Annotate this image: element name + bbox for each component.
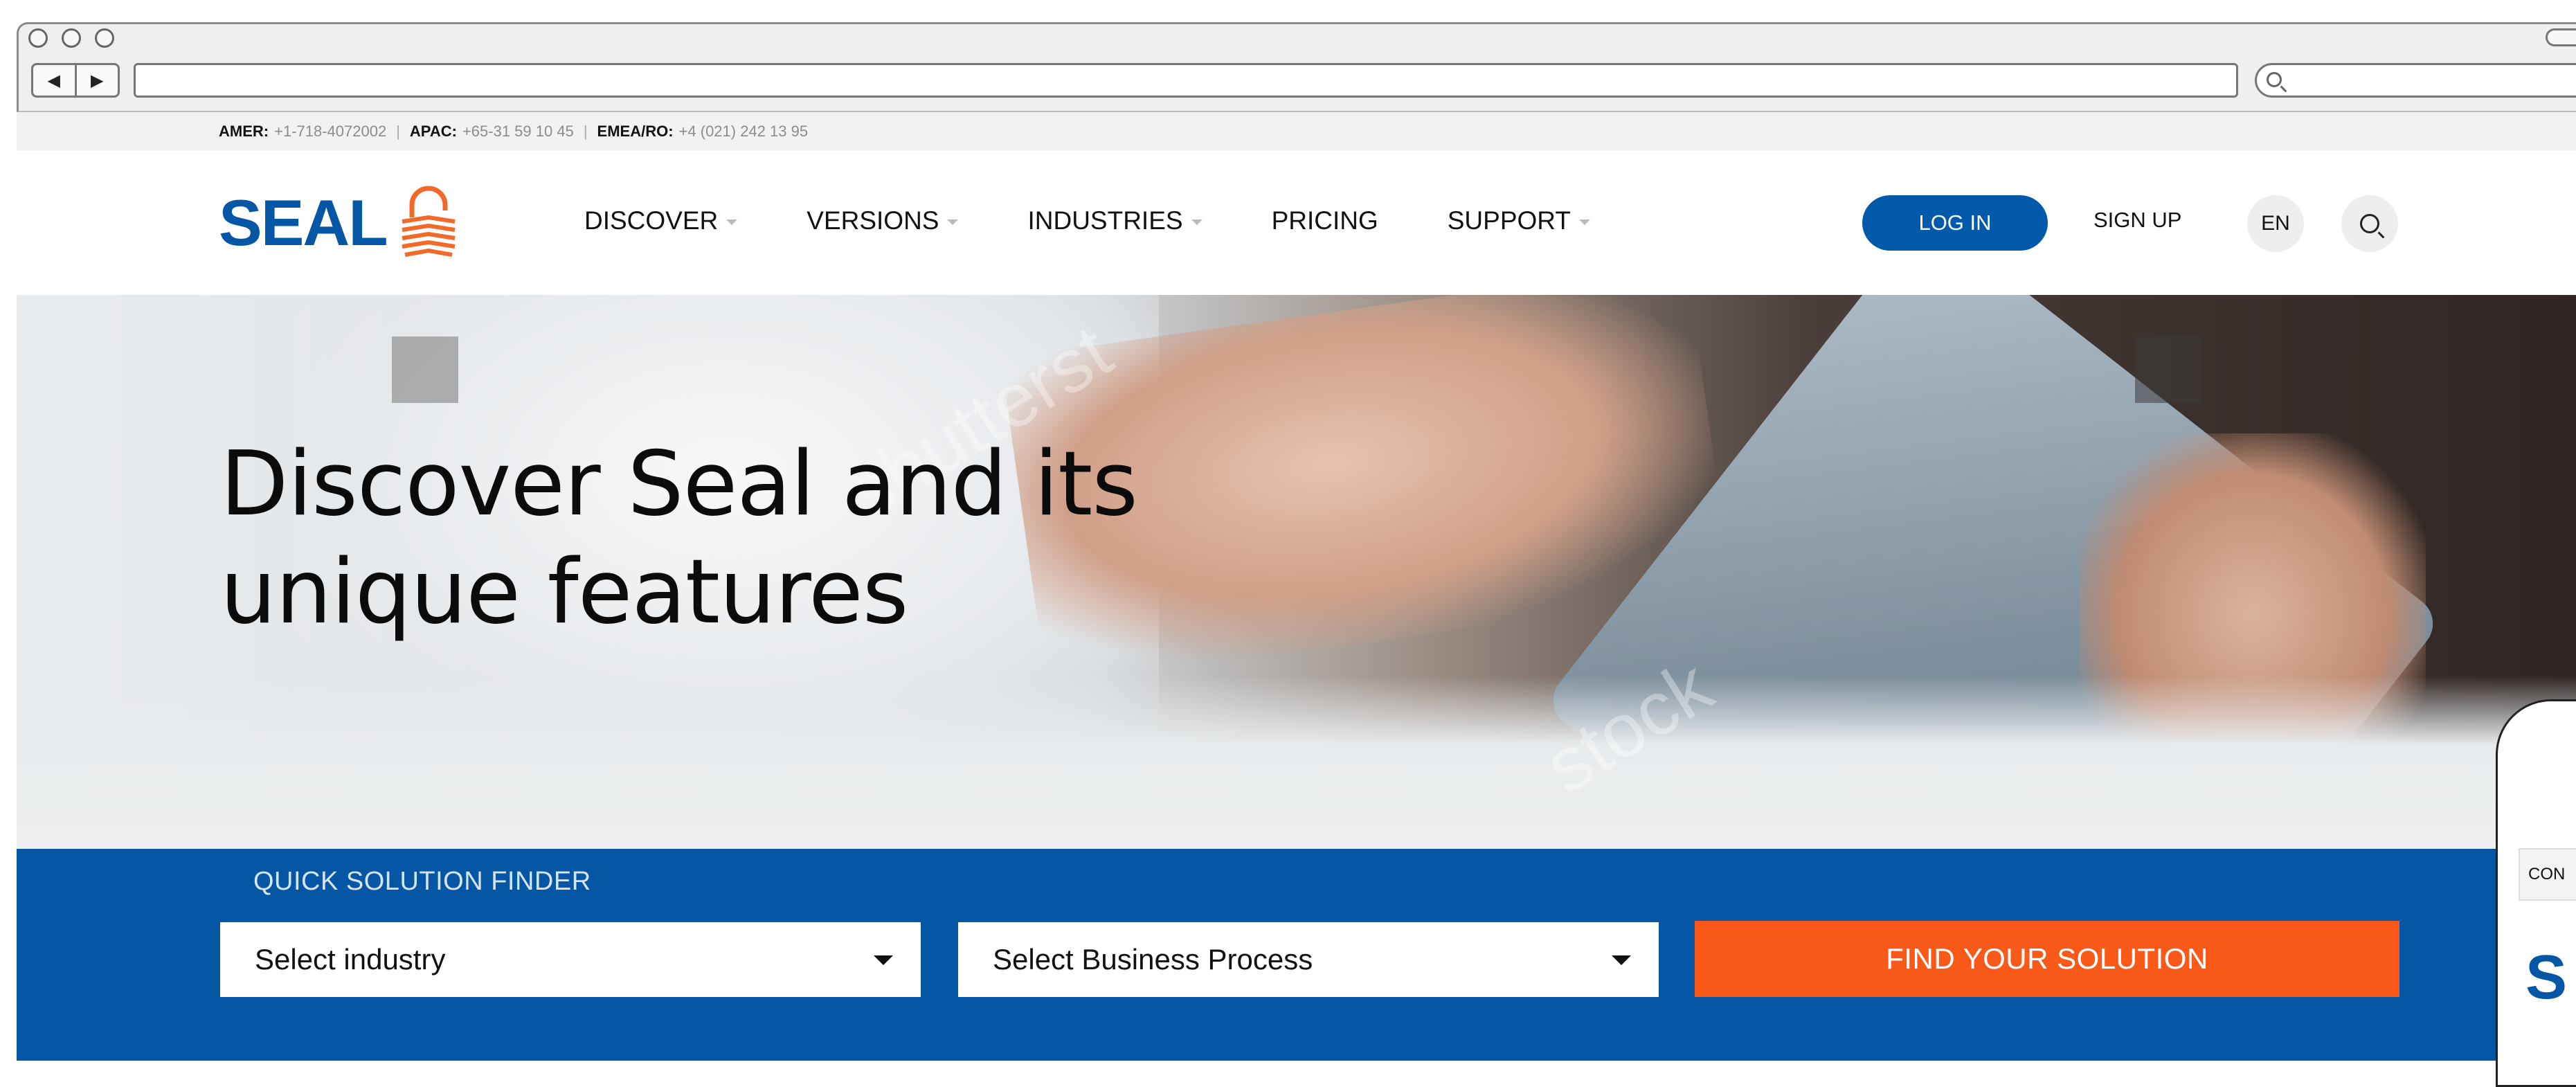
emea-label: EMEA/RO: <box>597 123 674 140</box>
watermark-icon <box>392 336 458 403</box>
minimize-window-icon[interactable] <box>62 28 81 48</box>
close-window-icon[interactable] <box>28 28 48 48</box>
business-process-select[interactable]: Select Business Process <box>958 922 1659 997</box>
amer-phone-link[interactable]: +1-718-4072002 <box>274 123 386 141</box>
back-arrow-icon: ◀ <box>47 71 60 90</box>
back-button[interactable]: ◀ <box>33 65 75 96</box>
industry-select-value: Select industry <box>255 943 446 976</box>
site-header: SEAL DISCOVER VERSIONS INDUSTRIES PRICIN… <box>17 151 2576 295</box>
chevron-down-icon <box>726 219 738 225</box>
browser-chrome: ◀ ▶ <box>17 22 2576 112</box>
window-controls <box>28 28 114 48</box>
nav-label: DISCOVER <box>584 206 719 235</box>
watermark-icon <box>2135 336 2201 403</box>
language-button[interactable]: EN <box>2247 195 2304 252</box>
amer-label: AMER: <box>219 123 269 140</box>
site-search-button[interactable] <box>2341 195 2398 252</box>
nav-label: VERSIONS <box>807 206 939 235</box>
signup-link[interactable]: SIGN UP <box>2093 208 2181 233</box>
site-logo[interactable]: SEAL <box>219 183 462 263</box>
hero-image-desk <box>17 676 2576 849</box>
main-nav: DISCOVER VERSIONS INDUSTRIES PRICING SUP… <box>584 206 1659 235</box>
apac-label: APAC: <box>409 123 457 140</box>
search-icon <box>2267 72 2282 87</box>
nav-support[interactable]: SUPPORT <box>1448 206 1590 235</box>
contact-strip: AMER: +1-718-4072002 | APAC: +65-31 59 1… <box>17 112 2576 151</box>
forward-arrow-icon: ▶ <box>91 71 104 90</box>
chevron-down-icon <box>1578 219 1590 225</box>
dropdown-arrow-icon <box>1612 955 1631 965</box>
side-card-logo-letter: S <box>2525 943 2568 1012</box>
finder-title: QUICK SOLUTION FINDER <box>253 867 591 896</box>
forward-button[interactable]: ▶ <box>74 65 118 96</box>
padlock-logo-icon <box>402 186 456 257</box>
nav-label: SUPPORT <box>1447 206 1571 235</box>
nav-versions[interactable]: VERSIONS <box>807 206 959 235</box>
separator: | <box>396 123 400 140</box>
apac-phone-link[interactable]: +65-31 59 10 45 <box>462 123 574 141</box>
nav-label: PRICING <box>1271 206 1378 235</box>
history-buttons: ◀ ▶ <box>31 63 120 98</box>
browser-search-field[interactable] <box>2255 63 2576 98</box>
logo-text: SEAL <box>219 186 388 259</box>
toolbar-toggle[interactable] <box>2546 28 2576 46</box>
chevron-down-icon <box>947 219 959 225</box>
search-icon <box>2360 214 2379 233</box>
emea-phone-link[interactable]: +4 (021) 242 13 95 <box>679 123 809 141</box>
side-card-tab[interactable]: CON <box>2519 848 2576 901</box>
address-bar[interactable] <box>134 63 2238 98</box>
hero-banner: shutterst stock Discover Seal and its un… <box>17 295 2576 849</box>
separator: | <box>583 123 588 140</box>
login-button[interactable]: LOG IN <box>1862 195 2048 251</box>
side-popup-card[interactable]: CON S <box>2496 699 2576 1087</box>
nav-discover[interactable]: DISCOVER <box>584 206 738 235</box>
nav-label: INDUSTRIES <box>1027 206 1183 235</box>
nav-industries[interactable]: INDUSTRIES <box>1027 206 1203 235</box>
maximize-window-icon[interactable] <box>95 28 114 48</box>
nav-pricing[interactable]: PRICING <box>1272 206 1378 235</box>
chevron-down-icon <box>1191 219 1203 225</box>
find-solution-button[interactable]: FIND YOUR SOLUTION <box>1695 921 2399 997</box>
dropdown-arrow-icon <box>874 955 893 965</box>
industry-select[interactable]: Select industry <box>220 922 921 997</box>
process-select-value: Select Business Process <box>993 943 1313 976</box>
quick-solution-finder: QUICK SOLUTION FINDER Select industry Se… <box>17 849 2576 1061</box>
hero-title: Discover Seal and its unique features <box>220 433 1138 644</box>
